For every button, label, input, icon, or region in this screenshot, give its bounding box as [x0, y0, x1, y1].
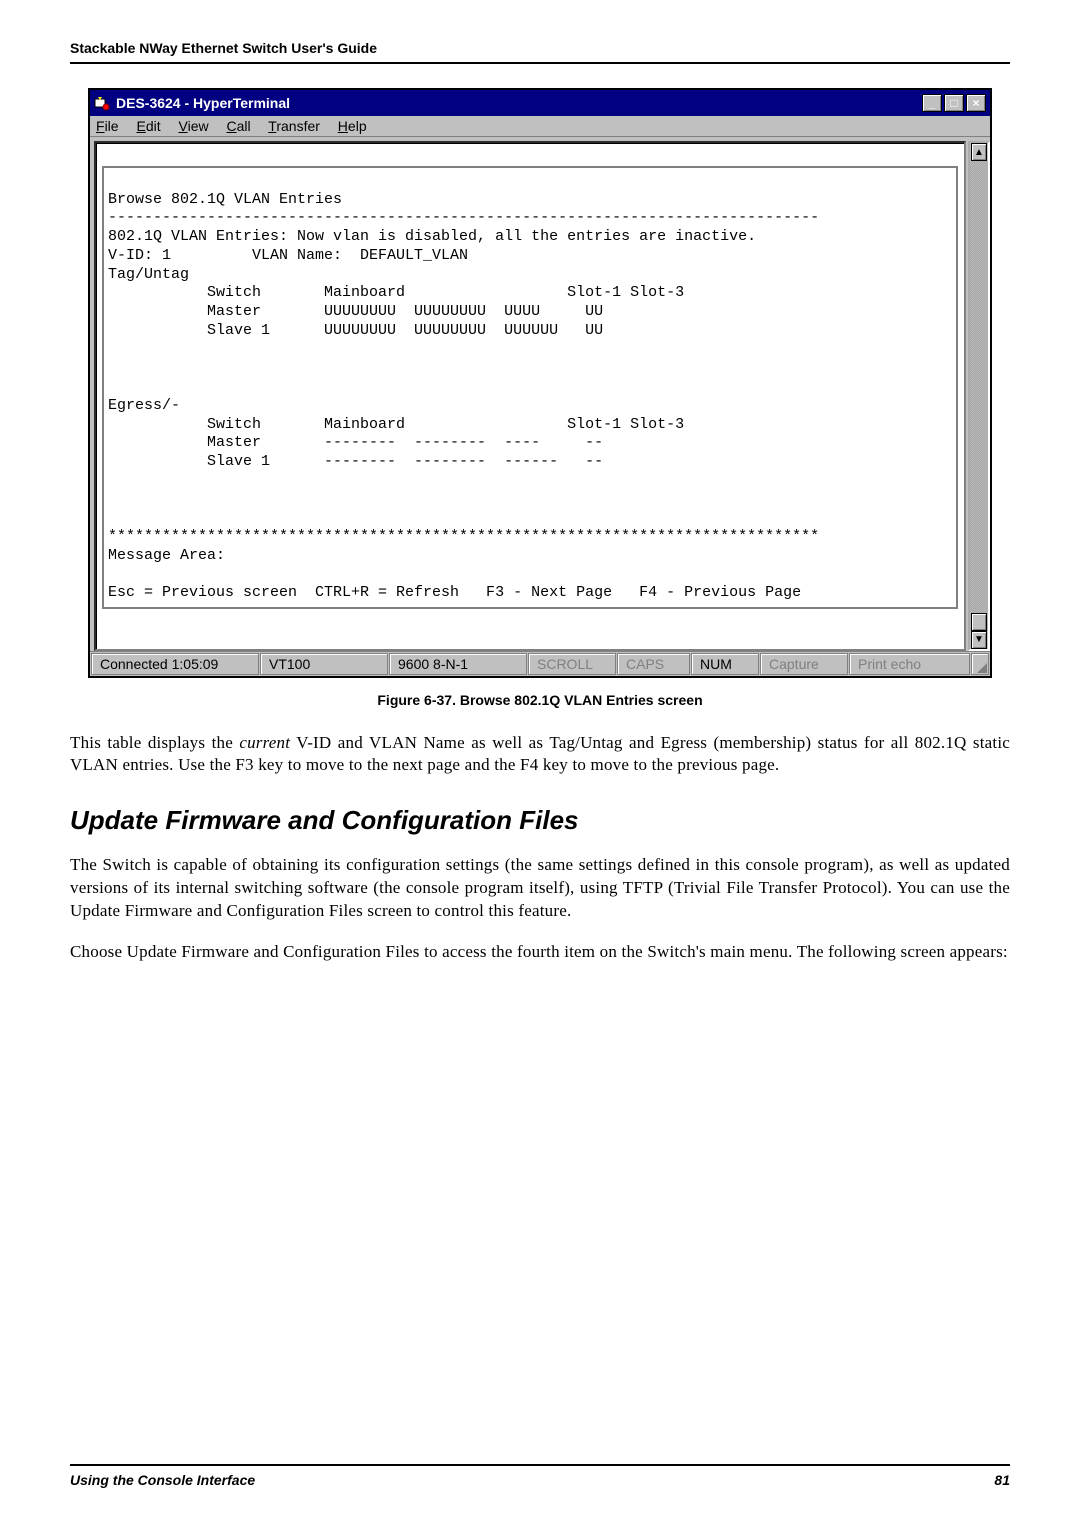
status-caps: CAPS — [617, 653, 690, 675]
status-capture: Capture — [760, 653, 848, 675]
stars: ****************************************… — [108, 528, 819, 545]
scroll-thumb[interactable] — [971, 613, 987, 631]
paragraph-1: This table displays the current V-ID and… — [70, 732, 1010, 778]
scroll-up-button[interactable]: ▲ — [971, 143, 987, 161]
status-emulation: VT100 — [260, 653, 388, 675]
figure-caption: Figure 6-37. Browse 802.1Q VLAN Entries … — [70, 692, 1010, 708]
close-button[interactable]: × — [966, 94, 986, 112]
divider: ----------------------------------------… — [108, 209, 819, 226]
window-titlebar[interactable]: DES-3624 - HyperTerminal _ □ × — [90, 90, 990, 116]
menubar: File Edit View Call Transfer Help — [90, 116, 990, 136]
maximize-button[interactable]: □ — [944, 94, 964, 112]
message-area: Message Area: — [108, 547, 225, 564]
tag-master: Master UUUUUUUU UUUUUUUU UUUU UU — [108, 303, 603, 320]
status-connected: Connected 1:05:09 — [91, 653, 259, 675]
status-line: 802.1Q VLAN Entries: Now vlan is disable… — [108, 228, 756, 245]
eg-master: Master -------- -------- ---- -- — [108, 434, 603, 451]
eg-slave: Slave 1 -------- -------- ------ -- — [108, 453, 603, 470]
tag-slave: Slave 1 UUUUUUUU UUUUUUUU UUUUUU UU — [108, 322, 603, 339]
status-printecho: Print echo — [849, 653, 970, 675]
cols2: Switch Mainboard Slot-1 Slot-3 — [108, 416, 684, 433]
status-settings: 9600 8-N-1 — [389, 653, 527, 675]
help-line: Esc = Previous screen CTRL+R = Refresh F… — [108, 584, 801, 601]
terminal-inner: Browse 802.1Q VLAN Entries -------------… — [102, 166, 958, 609]
menu-help[interactable]: Help — [338, 118, 367, 134]
taguntag-label: Tag/Untag — [108, 266, 189, 283]
vertical-scrollbar[interactable]: ▲ ▼ — [968, 141, 990, 651]
footer-page-number: 81 — [994, 1472, 1010, 1488]
menu-view[interactable]: View — [179, 118, 209, 134]
paragraph-3: Choose Update Firmware and Configuration… — [70, 941, 1010, 964]
status-num: NUM — [691, 653, 759, 675]
window-title: DES-3624 - HyperTerminal — [116, 95, 922, 111]
egress-label: Egress/- — [108, 397, 180, 414]
page-header: Stackable NWay Ethernet Switch User's Gu… — [70, 40, 1010, 64]
menu-file[interactable]: File — [96, 118, 119, 134]
hyperterminal-window: DES-3624 - HyperTerminal _ □ × File Edit… — [88, 88, 992, 678]
terminal-area[interactable]: Browse 802.1Q VLAN Entries -------------… — [94, 141, 966, 651]
app-icon — [94, 95, 110, 111]
status-scroll: SCROLL — [528, 653, 616, 675]
cols1: Switch Mainboard Slot-1 Slot-3 — [108, 284, 684, 301]
resize-grip[interactable] — [971, 653, 989, 675]
paragraph-2: The Switch is capable of obtaining its c… — [70, 854, 1010, 923]
menu-transfer[interactable]: Transfer — [268, 118, 320, 134]
vid-line: V-ID: 1 VLAN Name: DEFAULT_VLAN — [108, 247, 468, 264]
section-heading: Update Firmware and Configuration Files — [70, 805, 1010, 836]
menu-call[interactable]: Call — [227, 118, 251, 134]
statusbar: Connected 1:05:09 VT100 9600 8-N-1 SCROL… — [90, 651, 990, 676]
menu-edit[interactable]: Edit — [136, 118, 160, 134]
minimize-button[interactable]: _ — [922, 94, 942, 112]
footer-left: Using the Console Interface — [70, 1472, 255, 1488]
scroll-down-button[interactable]: ▼ — [971, 631, 987, 649]
scroll-track[interactable] — [970, 161, 988, 631]
screen-title: Browse 802.1Q VLAN Entries — [108, 191, 342, 208]
